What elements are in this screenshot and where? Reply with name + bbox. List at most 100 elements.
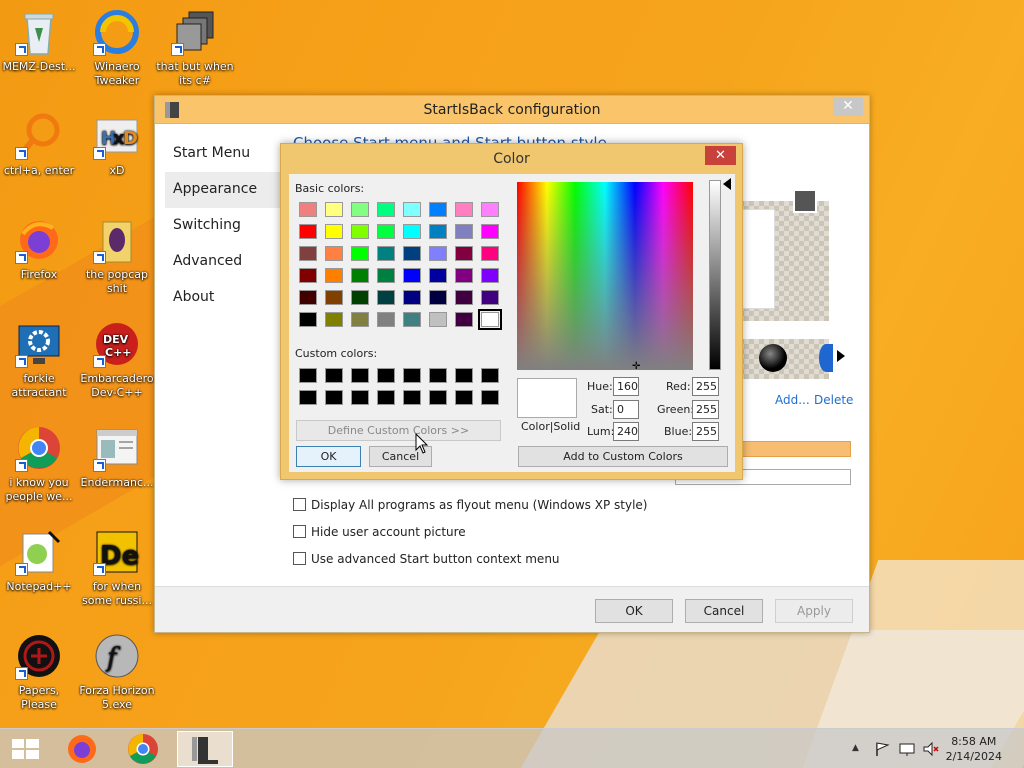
custom-color-swatch[interactable] [377,368,395,383]
checkbox-box[interactable] [293,498,306,511]
orb-blue-icon[interactable] [819,344,833,372]
checkbox-advanced-menu[interactable]: Use advanced Start button context menu [293,552,560,566]
basic-color-swatch[interactable] [403,224,421,239]
basic-color-swatch[interactable] [325,290,343,305]
basic-color-swatch[interactable] [325,246,343,261]
desktop-icon-firefox[interactable]: Firefox [0,216,78,282]
basic-color-swatch[interactable] [429,202,447,217]
sat-field[interactable]: 0 [613,400,639,419]
custom-color-swatch[interactable] [455,390,473,405]
basic-color-swatch[interactable] [377,224,395,239]
basic-color-swatch[interactable] [429,312,447,327]
basic-color-swatch[interactable] [325,224,343,239]
basic-color-swatch[interactable] [481,268,499,283]
luminance-slider[interactable] [709,180,721,370]
taskbar-chrome[interactable] [117,731,169,767]
color-spectrum[interactable] [517,182,693,370]
desktop-icon-xd[interactable]: HxD xD [78,112,156,178]
basic-color-swatch[interactable] [403,268,421,283]
basic-color-swatch[interactable] [351,202,369,217]
desktop-icon-forkie[interactable]: forkie attractant [0,320,78,400]
custom-color-swatch[interactable] [325,368,343,383]
basic-color-swatch[interactable] [299,246,317,261]
color-dialog-close-button[interactable]: ✕ [705,146,736,165]
basic-color-swatch[interactable] [377,312,395,327]
cancel-button[interactable]: Cancel [685,599,763,623]
window-titlebar[interactable]: StartIsBack configuration ✕ [155,96,869,124]
desktop-icon-notepadpp[interactable]: Notepad++ [0,528,78,594]
custom-color-swatch[interactable] [429,368,447,383]
custom-color-swatch[interactable] [351,390,369,405]
hue-field[interactable]: 160 [613,377,639,396]
dialog-ok-button[interactable]: OK [296,446,361,467]
luminance-arrow-icon[interactable] [723,178,731,190]
checkbox-flyout[interactable]: Display All programs as flyout menu (Win… [293,498,647,512]
basic-color-swatch[interactable] [478,309,502,330]
custom-color-swatch[interactable] [299,390,317,405]
color-swatch-bar[interactable] [741,441,851,457]
nav-item-switching[interactable]: Switching [165,208,285,244]
basic-color-swatch[interactable] [351,290,369,305]
add-to-custom-colors-button[interactable]: Add to Custom Colors [518,446,728,467]
delete-link[interactable]: Delete [814,393,853,407]
basic-color-swatch[interactable] [481,246,499,261]
basic-color-swatch[interactable] [351,312,369,327]
checkbox-hide-user[interactable]: Hide user account picture [293,525,466,539]
apply-button[interactable]: Apply [775,599,853,623]
basic-color-swatch[interactable] [377,202,395,217]
desktop-icon-chrome[interactable]: i know you people we... [0,424,78,504]
basic-color-swatch[interactable] [455,224,473,239]
basic-color-swatch[interactable] [299,312,317,327]
basic-color-swatch[interactable] [403,246,421,261]
window-close-button[interactable]: ✕ [833,97,863,116]
color-dialog-titlebar[interactable]: Color ✕ [281,144,742,172]
basic-color-swatch[interactable] [351,268,369,283]
checkbox-box[interactable] [293,525,306,538]
custom-color-swatch[interactable] [299,368,317,383]
basic-color-swatch[interactable] [403,202,421,217]
custom-color-swatch[interactable] [455,368,473,383]
checkbox-box[interactable] [293,552,306,565]
basic-color-swatch[interactable] [455,246,473,261]
basic-color-swatch[interactable] [299,202,317,217]
desktop-icon-forza[interactable]: f Forza Horizon 5.exe [78,632,156,712]
basic-color-swatch[interactable] [455,202,473,217]
start-menu-preview[interactable] [739,189,829,321]
basic-color-swatch[interactable] [455,312,473,327]
desktop-icon-endermanch[interactable]: Endermanc... [78,424,156,490]
desktop-icon-stack[interactable]: that but when its c# [156,8,234,88]
tray-flag-icon[interactable] [874,741,890,760]
nav-item-about[interactable]: About [165,280,285,316]
lum-field[interactable]: 240 [613,422,639,441]
green-field[interactable]: 255 [692,400,719,419]
define-custom-colors-button[interactable]: Define Custom Colors >> [296,420,501,441]
ok-button[interactable]: OK [595,599,673,623]
orb-dark-icon[interactable] [759,344,787,372]
desktop-icon-devcpp[interactable]: DEV C++ Embarcadero Dev-C++ [78,320,156,400]
basic-color-swatch[interactable] [351,246,369,261]
custom-color-swatch[interactable] [481,390,499,405]
nav-item-appearance[interactable]: Appearance [165,172,285,208]
basic-color-swatch[interactable] [481,202,499,217]
basic-color-swatch[interactable] [299,268,317,283]
basic-color-swatch[interactable] [325,202,343,217]
custom-color-swatch[interactable] [429,390,447,405]
blue-field[interactable]: 255 [692,422,719,441]
basic-color-swatch[interactable] [325,268,343,283]
custom-color-swatch[interactable] [403,390,421,405]
custom-color-swatch[interactable] [403,368,421,383]
basic-color-swatch[interactable] [299,224,317,239]
taskbar-firefox[interactable] [56,731,108,767]
desktop-icon-papers-please[interactable]: Papers, Please [0,632,78,712]
basic-color-swatch[interactable] [325,312,343,327]
tray-overflow-icon[interactable]: ▲ [852,743,859,753]
basic-color-swatch[interactable] [455,268,473,283]
desktop-icon-popcap[interactable]: the popcap shit [78,216,156,296]
basic-color-swatch[interactable] [455,290,473,305]
basic-color-swatch[interactable] [429,246,447,261]
basic-color-swatch[interactable] [377,290,395,305]
orb-next-arrow-icon[interactable] [837,350,845,362]
red-field[interactable]: 255 [692,377,719,396]
basic-color-swatch[interactable] [481,224,499,239]
custom-color-swatch[interactable] [325,390,343,405]
